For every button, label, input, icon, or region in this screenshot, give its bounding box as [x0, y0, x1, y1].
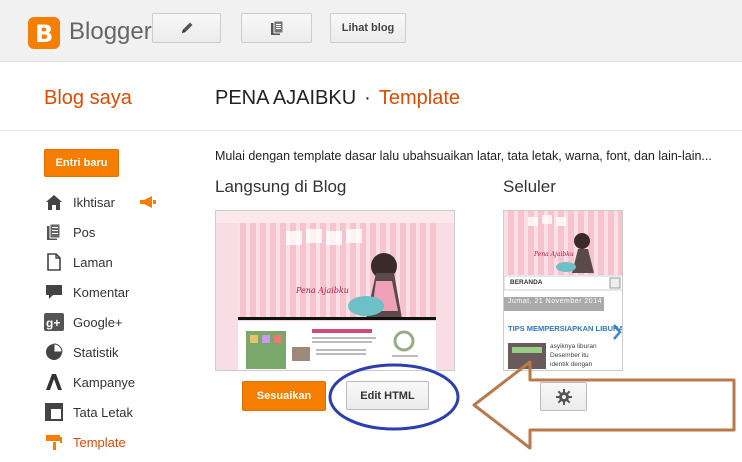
megaphone-icon — [139, 196, 156, 208]
home-icon — [44, 192, 64, 212]
mobile-template-preview[interactable]: Pena Ajaibku BERANDA Jumat, 21 November … — [503, 210, 623, 371]
preview-blog-title: Pena Ajaibku — [296, 286, 349, 295]
pencil-icon — [181, 22, 192, 33]
template-description: Mulai dengan template dasar lalu ubahsua… — [215, 149, 712, 163]
breadcrumb-separator: · — [364, 87, 371, 109]
app-name: Blogger — [69, 18, 152, 45]
sidebar-item-layout[interactable]: Tata Letak — [44, 400, 133, 424]
new-post-button[interactable]: Entri baru — [44, 149, 119, 177]
mobile-title: Seluler — [503, 177, 556, 196]
edit-html-button[interactable]: Edit HTML — [346, 381, 429, 410]
top-bar: B Blogger Lihat blog — [0, 0, 742, 62]
sidebar-item-google-plus[interactable]: g+ Google+ — [44, 310, 123, 334]
customize-button[interactable]: Sesuaikan — [242, 381, 326, 411]
sidebar-item-label: Laman — [73, 254, 113, 270]
mobile-preview-snippet: asyiknya liburan Desember itu identik de… — [550, 343, 597, 368]
mobile-preview-blog-title: Pena Ajaibku — [534, 251, 574, 258]
comment-icon — [44, 282, 64, 302]
mobile-preview-post-title: TIPS MEMPERSIAPKAN LIBURAN — [508, 324, 623, 333]
template-icon — [44, 432, 64, 452]
annotation-arrow — [472, 360, 736, 450]
sidebar-item-pages[interactable]: Laman — [44, 250, 113, 274]
view-blog-button[interactable]: Lihat blog — [330, 13, 406, 43]
layout-icon — [44, 402, 64, 422]
breadcrumb-current: Template — [378, 87, 460, 109]
my-blogs-link[interactable]: Blog saya — [44, 87, 132, 110]
sidebar-item-posts[interactable]: Pos — [44, 220, 95, 244]
pages-icon — [270, 20, 283, 35]
sidebar-item-label: Template — [73, 434, 126, 450]
sidebar-item-label: Statistik — [73, 344, 119, 360]
blog-name[interactable]: PENA AJAIBKU — [215, 87, 356, 109]
sidebar-item-label: Kampanye — [73, 374, 136, 390]
sidebar-item-stats[interactable]: Statistik — [44, 340, 119, 364]
breadcrumb: PENA AJAIBKU · Template — [215, 87, 460, 110]
sidebar-item-overview[interactable]: Ikhtisar — [44, 190, 157, 214]
mobile-settings-button[interactable] — [540, 382, 587, 411]
divider — [0, 130, 742, 131]
svg-text:g+: g+ — [46, 316, 60, 330]
stats-icon — [44, 342, 64, 362]
blogger-logo-icon[interactable]: B — [28, 17, 60, 49]
pages-toolbar-button[interactable] — [241, 13, 312, 43]
new-post-toolbar-button[interactable] — [152, 13, 221, 43]
mobile-preview-date: Jumat, 21 November 2014 — [508, 298, 602, 305]
sidebar-item-label: Ikhtisar — [73, 194, 115, 210]
campaign-icon — [44, 372, 64, 392]
gear-icon — [555, 388, 572, 405]
sidebar-item-template[interactable]: Template — [44, 430, 126, 454]
live-template-preview[interactable]: Pena Ajaibku — [215, 210, 455, 371]
sidebar-item-label: Komentar — [73, 284, 130, 300]
google-plus-icon: g+ — [44, 312, 64, 332]
sidebar-item-campaigns[interactable]: Kampanye — [44, 370, 135, 394]
sidebar-item-comments[interactable]: Komentar — [44, 280, 129, 304]
sidebar-item-label: Google+ — [73, 314, 123, 330]
posts-icon — [44, 222, 64, 242]
page-icon — [44, 252, 64, 272]
live-on-blog-title: Langsung di Blog — [215, 177, 347, 196]
sidebar-item-label: Pos — [73, 224, 96, 240]
mobile-preview-menu: BERANDA — [510, 279, 543, 286]
sidebar-item-label: Tata Letak — [73, 404, 133, 420]
